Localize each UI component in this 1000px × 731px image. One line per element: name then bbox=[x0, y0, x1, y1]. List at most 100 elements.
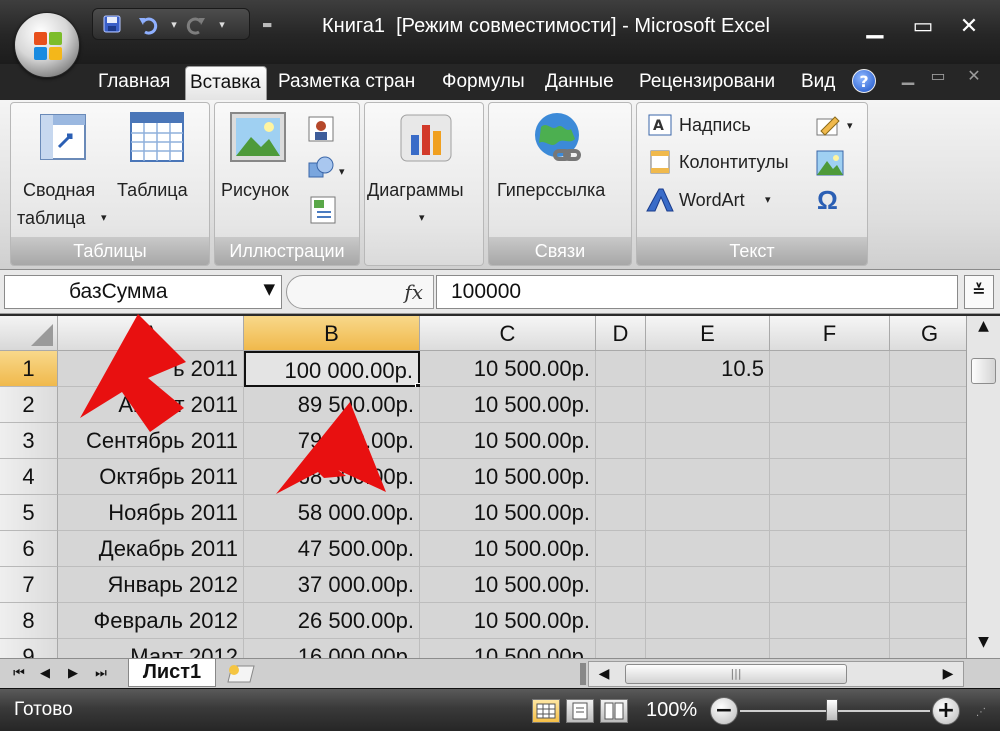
ribbon-restore-icon[interactable]: ▭ bbox=[928, 66, 948, 85]
cell-e3[interactable] bbox=[646, 423, 770, 459]
cell-f4[interactable] bbox=[770, 459, 890, 495]
cell-g5[interactable] bbox=[890, 495, 966, 531]
cell-e7[interactable] bbox=[646, 567, 770, 603]
zoom-slider-thumb[interactable] bbox=[826, 699, 838, 721]
cell-b6[interactable]: 47 500.00р. bbox=[244, 531, 420, 567]
vertical-scroll-thumb[interactable] bbox=[971, 358, 996, 384]
row-header[interactable]: 9 bbox=[0, 639, 58, 658]
tab-insert[interactable]: Вставка bbox=[185, 66, 267, 100]
cell-a4[interactable]: Октябрь 2011 bbox=[58, 459, 244, 495]
undo-dropdown-icon[interactable]: ▾ bbox=[163, 14, 185, 36]
customize-qat-icon[interactable]: ▬ bbox=[262, 18, 272, 31]
cell-c8[interactable]: 10 500.00р. bbox=[420, 603, 596, 639]
cell-g8[interactable] bbox=[890, 603, 966, 639]
row-header[interactable]: 7 bbox=[0, 567, 58, 603]
cell-b3[interactable]: 79 000.00р. bbox=[244, 423, 420, 459]
name-box-dropdown-icon[interactable]: ▼ bbox=[263, 280, 275, 298]
cell-d4[interactable] bbox=[596, 459, 646, 495]
cell-f3[interactable] bbox=[770, 423, 890, 459]
cell-d7[interactable] bbox=[596, 567, 646, 603]
next-sheet-icon[interactable]: ▶ bbox=[64, 664, 82, 684]
cell-f6[interactable] bbox=[770, 531, 890, 567]
row-header[interactable]: 2 bbox=[0, 387, 58, 423]
select-all-button[interactable] bbox=[0, 316, 58, 351]
zoom-level[interactable]: 100% bbox=[646, 699, 697, 722]
cell-e4[interactable] bbox=[646, 459, 770, 495]
column-header-e[interactable]: E bbox=[646, 316, 770, 351]
undo-icon[interactable] bbox=[137, 14, 159, 36]
resize-grip-icon[interactable]: ⋰ bbox=[976, 707, 996, 727]
office-button[interactable] bbox=[14, 12, 80, 78]
insert-function-icon[interactable]: fx bbox=[404, 280, 423, 304]
cell-c1[interactable]: 10 500.00р. bbox=[420, 351, 596, 387]
cell-f5[interactable] bbox=[770, 495, 890, 531]
tab-review[interactable]: Рецензировани bbox=[635, 66, 795, 100]
cell-g6[interactable] bbox=[890, 531, 966, 567]
cell-g4[interactable] bbox=[890, 459, 966, 495]
minimize-icon[interactable]: ▁ bbox=[860, 12, 890, 42]
tab-page-layout[interactable]: Разметка стран bbox=[274, 66, 434, 100]
column-header-a[interactable]: A bbox=[58, 316, 244, 351]
cell-a5[interactable]: Ноябрь 2011 bbox=[58, 495, 244, 531]
first-sheet-icon[interactable]: ⏮ bbox=[10, 664, 28, 684]
sheet-tab-list1[interactable]: Лист1 bbox=[128, 659, 216, 687]
tab-formulas[interactable]: Формулы bbox=[438, 66, 536, 100]
last-sheet-icon[interactable]: ⏭ bbox=[92, 664, 110, 684]
smartart-icon[interactable] bbox=[309, 195, 337, 225]
scroll-left-icon[interactable]: ◀ bbox=[593, 664, 615, 684]
ribbon-minimize-icon[interactable]: ▁ bbox=[898, 66, 918, 85]
redo-icon[interactable] bbox=[185, 14, 207, 36]
cell-d2[interactable] bbox=[596, 387, 646, 423]
cell-g3[interactable] bbox=[890, 423, 966, 459]
expand-formula-bar-icon[interactable]: ≚ bbox=[964, 275, 994, 309]
cell-b9[interactable]: 16 000.00р. bbox=[244, 639, 420, 658]
cell-b8[interactable]: 26 500.00р. bbox=[244, 603, 420, 639]
cell-b5[interactable]: 58 000.00р. bbox=[244, 495, 420, 531]
cell-d8[interactable] bbox=[596, 603, 646, 639]
tab-split-handle[interactable] bbox=[580, 663, 586, 685]
tab-data[interactable]: Данные bbox=[541, 66, 631, 100]
cell-g9[interactable] bbox=[890, 639, 966, 658]
scroll-right-icon[interactable]: ▶ bbox=[937, 664, 959, 684]
cell-c3[interactable]: 10 500.00р. bbox=[420, 423, 596, 459]
column-header-f[interactable]: F bbox=[770, 316, 890, 351]
scroll-up-icon[interactable]: ▲ bbox=[971, 318, 996, 340]
symbol-icon[interactable]: Ω bbox=[817, 187, 838, 213]
column-header-c[interactable]: C bbox=[420, 316, 596, 351]
cell-b7[interactable]: 37 000.00р. bbox=[244, 567, 420, 603]
cell-e2[interactable] bbox=[646, 387, 770, 423]
cell-a7[interactable]: Январь 2012 bbox=[58, 567, 244, 603]
horizontal-scrollbar[interactable]: ◀ ||| ▶ bbox=[588, 661, 964, 687]
cell-c2[interactable]: 10 500.00р. bbox=[420, 387, 596, 423]
insert-sheet-icon[interactable] bbox=[224, 662, 258, 686]
cell-a9[interactable]: Март 2012 bbox=[58, 639, 244, 658]
name-box[interactable]: базСумма ▼ bbox=[4, 275, 282, 309]
cell-a2[interactable]: Август 2011 bbox=[58, 387, 244, 423]
cell-e1[interactable]: 10.5 bbox=[646, 351, 770, 387]
worksheet-grid[interactable]: ABCDEFG1ь 2011 100 000.00р. 10 500.00р. 10.… bbox=[0, 316, 966, 658]
tab-view[interactable]: Вид bbox=[797, 66, 843, 100]
zoom-in-icon[interactable]: + bbox=[932, 697, 960, 725]
column-header-d[interactable]: D bbox=[596, 316, 646, 351]
cell-d9[interactable] bbox=[596, 639, 646, 658]
cell-d5[interactable] bbox=[596, 495, 646, 531]
column-header-b[interactable]: B bbox=[244, 316, 420, 351]
signature-line-icon[interactable] bbox=[815, 113, 843, 139]
column-header-g[interactable]: G bbox=[890, 316, 966, 351]
scroll-down-icon[interactable]: ▼ bbox=[971, 634, 996, 656]
cell-f2[interactable] bbox=[770, 387, 890, 423]
cell-b2[interactable]: 89 500.00р. bbox=[244, 387, 420, 423]
cell-f1[interactable] bbox=[770, 351, 890, 387]
horizontal-scroll-thumb[interactable]: ||| bbox=[625, 664, 847, 684]
row-header[interactable]: 6 bbox=[0, 531, 58, 567]
cell-f8[interactable] bbox=[770, 603, 890, 639]
cell-g1[interactable] bbox=[890, 351, 966, 387]
cell-e5[interactable] bbox=[646, 495, 770, 531]
close-icon[interactable]: ✕ bbox=[954, 12, 984, 42]
shapes-icon[interactable] bbox=[307, 155, 337, 183]
cell-a8[interactable]: Февраль 2012 bbox=[58, 603, 244, 639]
tab-home[interactable]: Главная bbox=[94, 66, 184, 100]
row-header[interactable]: 3 bbox=[0, 423, 58, 459]
prev-sheet-icon[interactable]: ◀ bbox=[36, 664, 54, 684]
cell-c9[interactable]: 10 500.00р. bbox=[420, 639, 596, 658]
